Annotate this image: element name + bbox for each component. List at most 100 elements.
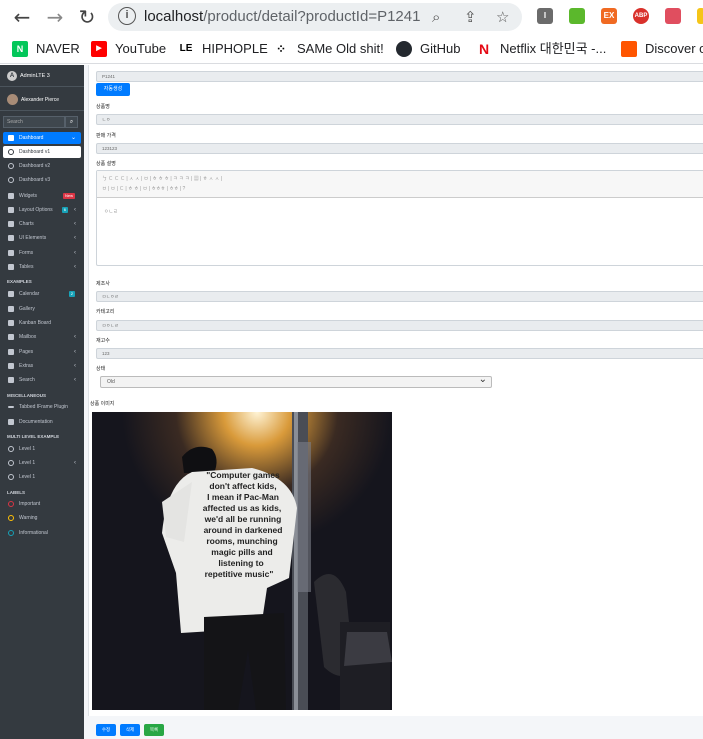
price-label: 판매 가격 bbox=[96, 133, 116, 139]
sidebar-item-dashboard[interactable]: Dashboard ⌄ bbox=[3, 132, 81, 144]
share-icon[interactable]: ⇪ bbox=[464, 8, 477, 26]
list-button[interactable]: 목록 bbox=[144, 724, 164, 736]
circle-icon bbox=[8, 501, 14, 507]
circle-icon bbox=[8, 177, 14, 183]
content-wrapper: P1241 자동생성 상품명 ㄴㅇ 판매 가격 123123 상품 설명 ㄅ ㄷ… bbox=[84, 65, 703, 739]
user-panel[interactable]: Alexander Pierce bbox=[0, 89, 84, 111]
chevron-left-icon: ‹ bbox=[74, 334, 76, 340]
search-icon bbox=[8, 377, 14, 383]
circle-icon bbox=[8, 460, 14, 466]
bookmark-netflix[interactable]: N Netflix 대한민국 -... bbox=[476, 41, 606, 57]
editor-content[interactable]: ㅇㄴㄹ bbox=[104, 208, 118, 215]
sidebar-item-pages[interactable]: Pages ‹ bbox=[3, 346, 81, 358]
extension-i-icon[interactable]: I bbox=[537, 8, 553, 24]
sidebar-item-mailbox[interactable]: Mailbox ‹ bbox=[3, 331, 81, 343]
state-select[interactable]: Old ⌄ bbox=[100, 375, 492, 388]
sidebar-header-misc: MISCELLANEOUS bbox=[7, 393, 47, 398]
chevron-left-icon: ‹ bbox=[74, 207, 76, 213]
shirt-text-line: listening to bbox=[218, 558, 263, 568]
sidebar-item-ui-elements[interactable]: UI Elements ‹ bbox=[3, 232, 81, 244]
bookmark-same-old-shit[interactable]: ⁘ SAMe Old shit! bbox=[273, 41, 384, 57]
chevron-left-icon: ‹ bbox=[74, 250, 76, 256]
bookmark-discover[interactable]: Discover o bbox=[621, 41, 703, 57]
github-icon bbox=[396, 41, 412, 57]
delete-button[interactable]: 삭제 bbox=[120, 724, 140, 736]
sidebar-item-dashboard-v2[interactable]: Dashboard v2 bbox=[3, 160, 81, 172]
sidebar-item-charts[interactable]: Charts ‹ bbox=[3, 218, 81, 230]
sidebar-item-layout-options[interactable]: Layout Options 6 ‹ bbox=[3, 204, 81, 216]
circle-icon bbox=[8, 530, 14, 536]
table-icon bbox=[8, 264, 14, 270]
product-id-field[interactable]: P1241 bbox=[96, 71, 703, 82]
description-label: 상품 설명 bbox=[96, 161, 116, 167]
shirt-text-line: rooms, munching bbox=[206, 536, 277, 546]
sidebar-item-tables[interactable]: Tables ‹ bbox=[3, 261, 81, 273]
bookmark-github[interactable]: GitHub bbox=[396, 41, 460, 57]
sidebar-item-level1[interactable]: Level 1 bbox=[3, 443, 81, 455]
sidebar: A AdminLTE 3 Alexander Pierce Search ⌕ D… bbox=[0, 65, 84, 739]
description-editor[interactable]: ㄅ ㄷ ㄷ ㄷ | ㅅ ㅅ | ㅂ | ㅎ ㅎ ㅎ | ㅋ ㅋ ㅋ | ▦ | … bbox=[96, 170, 703, 266]
circle-icon bbox=[8, 149, 14, 155]
editor-toolbar-row[interactable]: ㄅ ㄷ ㄷ ㄷ | ㅅ ㅅ | ㅂ | ㅎ ㅎ ㅎ | ㅋ ㅋ ㅋ | ▦ | … bbox=[102, 174, 700, 184]
sidebar-item-dashboard-v3[interactable]: Dashboard v3 bbox=[3, 174, 81, 186]
search-icon[interactable]: ⌕ bbox=[65, 116, 78, 128]
url-text[interactable]: localhost/product/detail?productId=P1241 bbox=[144, 8, 420, 25]
brand-link[interactable]: A AdminLTE 3 bbox=[0, 65, 84, 87]
name-field[interactable]: ㄴㅇ bbox=[96, 114, 703, 125]
browser-toolbar: ← → ↻ i localhost/product/detail?product… bbox=[0, 0, 703, 34]
adblock-icon[interactable]: ABP bbox=[633, 8, 649, 24]
sidebar-search-input[interactable]: Search bbox=[3, 116, 65, 128]
zoom-icon[interactable]: ⌕ bbox=[432, 8, 440, 26]
back-arrow-icon[interactable]: ← bbox=[11, 6, 33, 28]
count-badge: 2 bbox=[68, 291, 75, 297]
product-detail-card: P1241 자동생성 상품명 ㄴㅇ 판매 가격 123123 상품 설명 ㄅ ㄷ… bbox=[88, 65, 703, 716]
bookmark-star-icon[interactable]: ☆ bbox=[496, 8, 509, 26]
extension-screen-icon[interactable] bbox=[569, 8, 585, 24]
chevron-left-icon: ‹ bbox=[74, 349, 76, 355]
shirt-text-line: magic pills and bbox=[211, 547, 272, 557]
sidebar-header-examples: EXAMPLES bbox=[7, 279, 32, 284]
sidebar-item-informational[interactable]: Informational bbox=[3, 527, 81, 539]
extension-tv-icon[interactable] bbox=[665, 8, 681, 24]
sidebar-item-level1[interactable]: Level 1 bbox=[3, 471, 81, 483]
state-select-value: Old bbox=[107, 379, 115, 385]
bookmark-youtube[interactable]: ▶ YouTube bbox=[91, 41, 166, 57]
category-field[interactable]: ㅁㅇㄴㄹ bbox=[96, 320, 703, 331]
chart-pie-icon bbox=[8, 221, 14, 227]
extension-ex-icon[interactable]: EX bbox=[601, 8, 617, 24]
bookmark-naver[interactable]: N NAVER bbox=[12, 41, 80, 57]
bookmark-hiphople[interactable]: LE HIPHOPLE bbox=[178, 41, 268, 57]
sidebar-item-important[interactable]: Important bbox=[3, 498, 81, 510]
sidebar-item-extras[interactable]: Extras ‹ bbox=[3, 360, 81, 372]
maker-label: 제조사 bbox=[96, 281, 110, 287]
address-bar[interactable]: i localhost/product/detail?productId=P12… bbox=[108, 3, 522, 31]
maker-field[interactable]: ㅁㄴㅇㄹ bbox=[96, 291, 703, 302]
tree-icon bbox=[8, 235, 14, 241]
circle-icon bbox=[8, 515, 14, 521]
edit-button[interactable]: 수정 bbox=[96, 724, 116, 736]
extension-yellow-icon[interactable] bbox=[697, 8, 703, 24]
sidebar-item-forms[interactable]: Forms ‹ bbox=[3, 247, 81, 259]
sidebar-item-warning[interactable]: Warning bbox=[3, 512, 81, 524]
netflix-icon: N bbox=[476, 41, 492, 57]
new-badge: New bbox=[62, 193, 75, 199]
calendar-icon bbox=[8, 291, 14, 297]
sidebar-item-level1[interactable]: Level 1 ‹ bbox=[3, 457, 81, 469]
editor-toolbar-row[interactable]: ㅂ | ㅂ | ㄷ | ㅎ ㅎ | ㅂ | ㅎㅎㅎ | ㅎㅎ | ? bbox=[102, 184, 700, 194]
auto-generate-button[interactable]: 자동생성 bbox=[96, 83, 130, 96]
reload-icon[interactable]: ↻ bbox=[76, 6, 98, 28]
editor-toolbar[interactable]: ㄅ ㄷ ㄷ ㄷ | ㅅ ㅅ | ㅂ | ㅎ ㅎ ㅎ | ㅋ ㅋ ㅋ | ▦ | … bbox=[97, 171, 703, 198]
stock-field[interactable]: 123 bbox=[96, 348, 703, 359]
sidebar-item-tabbed-iframe[interactable]: Tabbed IFrame Plugin bbox=[3, 401, 81, 413]
sidebar-item-calendar[interactable]: Calendar 2 bbox=[3, 288, 81, 300]
sidebar-item-documentation[interactable]: Documentation bbox=[3, 416, 81, 428]
forward-arrow-icon[interactable]: → bbox=[44, 6, 66, 28]
site-info-icon[interactable]: i bbox=[118, 7, 136, 25]
sidebar-item-kanban[interactable]: Kanban Board bbox=[3, 317, 81, 329]
sidebar-item-search[interactable]: Search ‹ bbox=[3, 374, 81, 386]
price-field[interactable]: 123123 bbox=[96, 143, 703, 154]
sidebar-item-widgets[interactable]: Widgets New bbox=[3, 190, 81, 202]
sidebar-item-dashboard-v1[interactable]: Dashboard v1 bbox=[3, 146, 81, 158]
sidebar-item-gallery[interactable]: Gallery bbox=[3, 303, 81, 315]
stock-label: 재고수 bbox=[96, 338, 110, 344]
